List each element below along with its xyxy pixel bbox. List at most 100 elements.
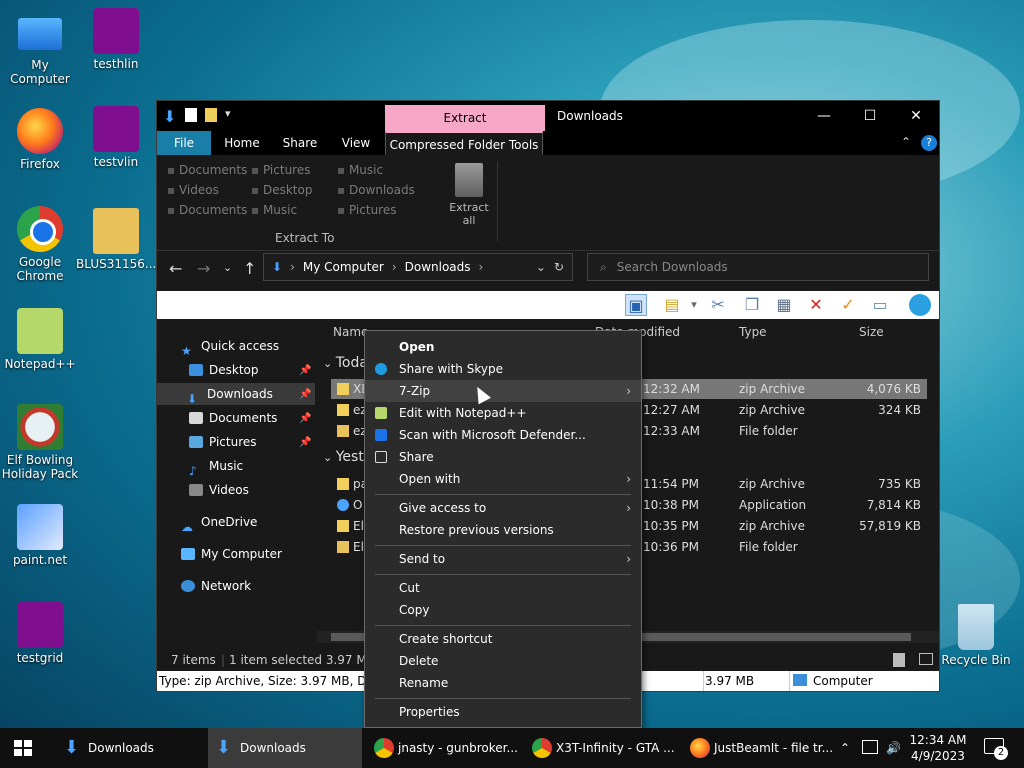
globe-icon[interactable] <box>909 294 931 316</box>
breadcrumb-downloads[interactable]: Downloads <box>405 260 471 274</box>
search-input[interactable]: ⌕ Search Downloads <box>587 253 929 281</box>
chevron-up-icon[interactable]: ⌃ <box>901 135 911 149</box>
group-header-today[interactable]: ⌄ Toda <box>323 355 368 371</box>
desktop-icon-testhlin[interactable]: testhlin <box>76 8 156 71</box>
volume-icon[interactable]: 🔊 <box>886 728 901 768</box>
desktop-icon-blus-folder[interactable]: BLUS31156... <box>76 208 156 271</box>
nav-desktop[interactable]: Desktop <box>189 359 259 381</box>
desktop-icon-recycle-bin[interactable]: Recycle Bin <box>936 604 1016 667</box>
menu-item-create-shortcut[interactable]: Create shortcut <box>365 628 641 650</box>
menu-item-cut[interactable]: Cut <box>365 577 641 599</box>
details-view-icon[interactable] <box>893 653 905 667</box>
title-bar[interactable]: ⬇ ▾ Extract Downloads — ☐ ✕ <box>157 101 939 131</box>
menu-item-delete[interactable]: Delete <box>365 650 641 672</box>
checkmark-icon[interactable]: ✓ <box>837 294 859 316</box>
nav-documents[interactable]: Documents <box>189 407 277 429</box>
nav-quick-access[interactable]: ★ Quick access <box>181 335 279 358</box>
layout-pane-icon[interactable]: ▣ <box>625 294 647 316</box>
menu-item-give-access[interactable]: Give access to › <box>365 497 641 519</box>
menu-item-send-to[interactable]: Send to › <box>365 548 641 570</box>
group-header-yesterday[interactable]: ⌄ Yest <box>323 449 364 465</box>
dest-pictures-2[interactable]: Pictures <box>337 203 425 223</box>
nav-videos[interactable]: Videos <box>189 479 249 501</box>
pin-icon[interactable]: 📌 <box>299 389 311 400</box>
desktop-icon-notepadpp[interactable]: Notepad++ <box>0 308 80 371</box>
tab-share[interactable]: Share <box>275 131 325 155</box>
dest-pictures[interactable]: Pictures <box>251 163 337 183</box>
tab-home[interactable]: Home <box>217 131 267 155</box>
cut-icon[interactable]: ✂ <box>707 294 729 316</box>
menu-item-scan-defender[interactable]: Scan with Microsoft Defender... <box>365 424 641 446</box>
tab-file[interactable]: File <box>157 131 211 155</box>
menu-item-share-skype[interactable]: Share with Skype <box>365 358 641 380</box>
menu-item-share[interactable]: Share <box>365 446 641 468</box>
properties-icon[interactable] <box>185 108 197 122</box>
back-button[interactable]: ← <box>169 259 182 278</box>
start-button[interactable] <box>14 740 32 756</box>
menu-item-restore-versions[interactable]: Restore previous versions <box>365 519 641 541</box>
menu-item-properties[interactable]: Properties <box>365 701 641 723</box>
new-folder-icon[interactable] <box>205 108 217 122</box>
tab-view[interactable]: View <box>331 131 381 155</box>
clock[interactable]: 12:34 AM 4/9/2023 <box>906 732 970 764</box>
minimize-button[interactable]: — <box>801 101 847 131</box>
desktop-icon-elf-bowling[interactable]: Elf Bowling Holiday Pack <box>0 404 80 481</box>
menu-item-open-with[interactable]: Open with › <box>365 468 641 490</box>
desktop-icon-paintnet[interactable]: paint.net <box>0 504 80 567</box>
rename-icon[interactable]: ▭ <box>869 294 891 316</box>
desktop-icon-testgrid[interactable]: testgrid <box>0 602 80 665</box>
taskbar-button-downloads-1[interactable]: ⬇ Downloads <box>56 728 206 768</box>
column-header-size[interactable]: Size <box>859 325 884 339</box>
chevron-down-icon[interactable]: ▾ <box>683 294 705 316</box>
nav-my-computer[interactable]: My Computer <box>181 543 282 565</box>
desktop-icon-firefox[interactable]: Firefox <box>0 108 80 171</box>
forward-button[interactable]: → <box>197 259 210 278</box>
tab-compressed-folder-tools[interactable]: Compressed Folder Tools <box>385 131 543 155</box>
maximize-button[interactable]: ☐ <box>847 101 893 131</box>
extract-all-button[interactable]: Extract all <box>449 163 489 227</box>
dest-documents-2[interactable]: Documents <box>167 203 251 223</box>
column-header-type[interactable]: Type <box>739 325 767 339</box>
dest-documents[interactable]: Documents <box>167 163 251 183</box>
nav-downloads[interactable]: ⬇ Downloads <box>157 383 315 406</box>
pin-icon[interactable]: 📌 <box>299 413 311 424</box>
chevron-down-icon[interactable]: ▾ <box>225 107 239 123</box>
up-button[interactable]: ↑ <box>243 259 256 278</box>
nav-network[interactable]: Network <box>181 575 251 597</box>
pin-icon[interactable]: 📌 <box>299 437 311 448</box>
refresh-icon[interactable]: ↻ <box>554 260 564 274</box>
taskbar-button-chrome-x3t[interactable]: X3T-Infinity - GTA ... <box>524 728 678 768</box>
pin-icon[interactable]: 📌 <box>299 365 311 376</box>
dest-music-2[interactable]: Music <box>251 203 337 223</box>
breadcrumb-my-computer[interactable]: My Computer <box>303 260 384 274</box>
desktop-icon-my-computer[interactable]: My Computer <box>0 10 80 86</box>
paste-icon[interactable]: ▦ <box>773 294 795 316</box>
dest-videos[interactable]: Videos <box>167 183 251 203</box>
close-button[interactable]: ✕ <box>893 101 939 131</box>
nav-music[interactable]: ♪ Music <box>189 455 243 478</box>
menu-item-7zip[interactable]: 7-Zip › <box>365 380 641 402</box>
taskbar-button-downloads-2[interactable]: ⬇ Downloads <box>208 728 362 768</box>
dest-desktop[interactable]: Desktop <box>251 183 337 203</box>
taskbar-button-chrome-gunbroker[interactable]: jnasty - gunbroker... <box>366 728 520 768</box>
help-icon[interactable]: ? <box>921 135 937 151</box>
address-dropdown-icon[interactable]: ⌄ <box>536 260 546 274</box>
dest-music[interactable]: Music <box>337 163 425 183</box>
show-hidden-icons[interactable]: ⌃ <box>840 728 850 768</box>
dest-downloads[interactable]: Downloads <box>337 183 425 203</box>
recent-locations-button[interactable]: ⌄ <box>223 261 232 274</box>
taskbar-button-firefox-justbeamit[interactable]: JustBeamIt - file tr... <box>682 728 836 768</box>
desktop-icon-testvlin[interactable]: testvlin <box>76 106 156 169</box>
download-arrow-icon[interactable]: ⬇ <box>163 107 177 126</box>
nav-onedrive[interactable]: ☁ OneDrive <box>181 511 257 534</box>
copy-icon[interactable]: ❐ <box>741 294 763 316</box>
network-icon[interactable] <box>862 740 878 754</box>
address-bar[interactable]: ⬇ › My Computer › Downloads › ⌄ ↻ <box>263 253 573 281</box>
view-options-icon[interactable]: ▤ <box>661 294 683 316</box>
menu-item-rename[interactable]: Rename <box>365 672 641 694</box>
menu-item-edit-notepadpp[interactable]: Edit with Notepad++ <box>365 402 641 424</box>
large-icons-view-icon[interactable] <box>919 653 933 665</box>
nav-pictures[interactable]: Pictures <box>189 431 257 453</box>
menu-item-open[interactable]: Open <box>365 336 641 358</box>
menu-item-copy[interactable]: Copy <box>365 599 641 621</box>
